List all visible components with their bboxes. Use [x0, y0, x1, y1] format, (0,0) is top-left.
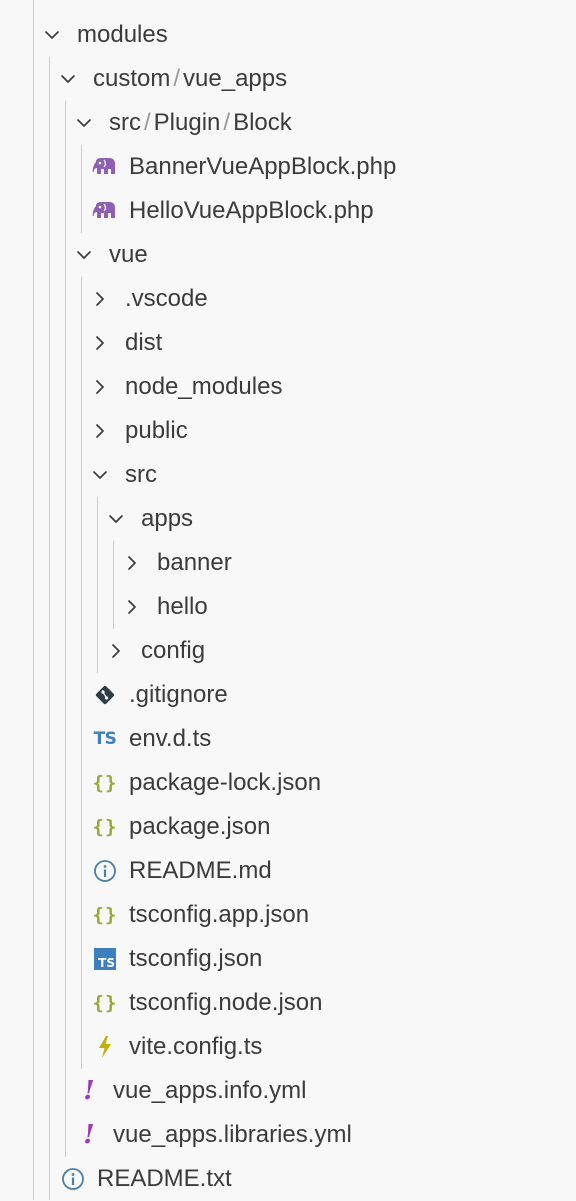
path-separator: /: [173, 65, 181, 92]
json-icon: {}: [92, 816, 118, 838]
path-separator: /: [144, 109, 151, 136]
tree-folder-dist[interactable]: dist: [0, 321, 576, 365]
php-elephant-icon: [92, 198, 118, 224]
chevron-down-icon[interactable]: [60, 71, 76, 87]
tree-item-label: src: [125, 461, 157, 488]
path-segment: Block: [233, 109, 292, 136]
tree-file-package-json[interactable]: {} package.json: [0, 805, 576, 849]
chevron-down-icon[interactable]: [92, 467, 108, 483]
vite-icon: [92, 1034, 118, 1060]
tree-item-label: src / Plugin / Block: [109, 101, 292, 145]
tree-item-label: HelloVueAppBlock.php: [129, 197, 374, 224]
path-segment: Plugin: [153, 109, 221, 136]
tree-folder-src[interactable]: src: [0, 453, 576, 497]
tree-folder-config[interactable]: config: [0, 629, 576, 673]
tree-item-label: tsconfig.node.json: [129, 989, 323, 1016]
tree-item-label: .vscode: [125, 285, 208, 312]
php-elephant-icon: [92, 154, 118, 180]
tree-folder-apps[interactable]: apps: [0, 497, 576, 541]
tree-file-bannervueappblock-php[interactable]: BannerVueAppBlock.php: [0, 145, 576, 189]
tree-item-label: modules: [77, 21, 168, 48]
tree-file-gitignore[interactable]: .gitignore: [0, 673, 576, 717]
tree-item-label: BannerVueAppBlock.php: [129, 153, 397, 180]
path-segment: custom: [93, 65, 171, 92]
tree-item-label: node_modules: [125, 373, 283, 400]
tree-folder-src-plugin-block[interactable]: src / Plugin / Block: [0, 101, 576, 145]
tree-item-label: README.txt: [97, 1165, 232, 1192]
tree-item-label: tsconfig.json: [129, 945, 263, 972]
info-icon: [60, 1166, 86, 1192]
tree-item-label: config: [141, 637, 206, 664]
json-icon: {}: [92, 992, 118, 1014]
tree-item-label: custom / vue_apps: [93, 57, 287, 101]
tree-file-hellovueappblock-php[interactable]: HelloVueAppBlock.php: [0, 189, 576, 233]
tree-folder-vscode[interactable]: .vscode: [0, 277, 576, 321]
chevron-right-icon[interactable]: [92, 291, 108, 307]
chevron-right-icon[interactable]: [92, 379, 108, 395]
path-segment: src: [109, 109, 141, 136]
tree-item-label: hello: [157, 593, 208, 620]
tree-folder-banner[interactable]: banner: [0, 541, 576, 585]
tree-item-label: README.md: [129, 857, 272, 884]
chevron-right-icon[interactable]: [124, 555, 140, 571]
chevron-right-icon[interactable]: [92, 335, 108, 351]
tree-item-label: package-lock.json: [129, 769, 322, 796]
chevron-right-icon[interactable]: [108, 643, 124, 659]
tree-item-label: package.json: [129, 813, 271, 840]
tree-item-label: env.d.ts: [129, 725, 212, 752]
tree-file-tsconfig-json[interactable]: TS tsconfig.json: [0, 937, 576, 981]
tree-item-label: vue: [109, 241, 148, 268]
tree-item-label: dist: [125, 329, 163, 356]
chevron-right-icon[interactable]: [92, 423, 108, 439]
tree-item-label: banner: [157, 549, 232, 576]
tree-item-label: vite.config.ts: [129, 1033, 263, 1060]
tree-item-label: vue_apps.libraries.yml: [113, 1121, 352, 1148]
tree-item-label: public: [125, 417, 188, 444]
path-segment: vue_apps: [183, 65, 288, 92]
tree-folder-hello[interactable]: hello: [0, 585, 576, 629]
tree-file-readme-md[interactable]: README.md: [0, 849, 576, 893]
tree-folder-node-modules[interactable]: node_modules: [0, 365, 576, 409]
tree-folder-vue[interactable]: vue: [0, 233, 576, 277]
tree-item-label: tsconfig.app.json: [129, 901, 310, 928]
json-icon: {}: [92, 904, 118, 926]
tree-file-package-lock-json[interactable]: {} package-lock.json: [0, 761, 576, 805]
chevron-down-icon[interactable]: [76, 115, 92, 131]
tree-file-vue-apps-info-yml[interactable]: ! vue_apps.info.yml: [0, 1069, 576, 1113]
tree-file-env-d-ts[interactable]: TS env.d.ts: [0, 717, 576, 761]
tree-file-tsconfig-app-json[interactable]: {} tsconfig.app.json: [0, 893, 576, 937]
tree-file-vue-apps-libraries-yml[interactable]: ! vue_apps.libraries.yml: [0, 1113, 576, 1157]
tree-folder-modules[interactable]: modules: [0, 13, 576, 57]
chevron-down-icon[interactable]: [108, 511, 124, 527]
tsconfig-icon: TS: [92, 946, 118, 972]
yaml-icon: !: [83, 1076, 95, 1106]
json-icon: {}: [92, 772, 118, 794]
file-explorer-tree: modules custom / vue_apps src / Plugin / Block Ba…: [0, 0, 576, 1200]
tree-folder-custom-vue-apps[interactable]: custom / vue_apps: [0, 57, 576, 101]
path-separator: /: [223, 109, 231, 136]
chevron-down-icon[interactable]: [76, 247, 92, 263]
tree-item-label: vue_apps.info.yml: [113, 1077, 307, 1104]
typescript-icon: TS: [93, 729, 117, 749]
git-icon: [92, 682, 118, 708]
tree-item-label: .gitignore: [129, 681, 228, 708]
yaml-icon: !: [83, 1120, 95, 1150]
tree-folder-public[interactable]: public: [0, 409, 576, 453]
info-icon: [92, 858, 118, 884]
tree-item-label: apps: [141, 505, 194, 532]
tree-file-vite-config-ts[interactable]: vite.config.ts: [0, 1025, 576, 1069]
tree-file-readme-txt[interactable]: README.txt: [0, 1157, 576, 1201]
chevron-right-icon[interactable]: [124, 599, 140, 615]
chevron-down-icon[interactable]: [44, 27, 60, 43]
tree-file-tsconfig-node-json[interactable]: {} tsconfig.node.json: [0, 981, 576, 1025]
